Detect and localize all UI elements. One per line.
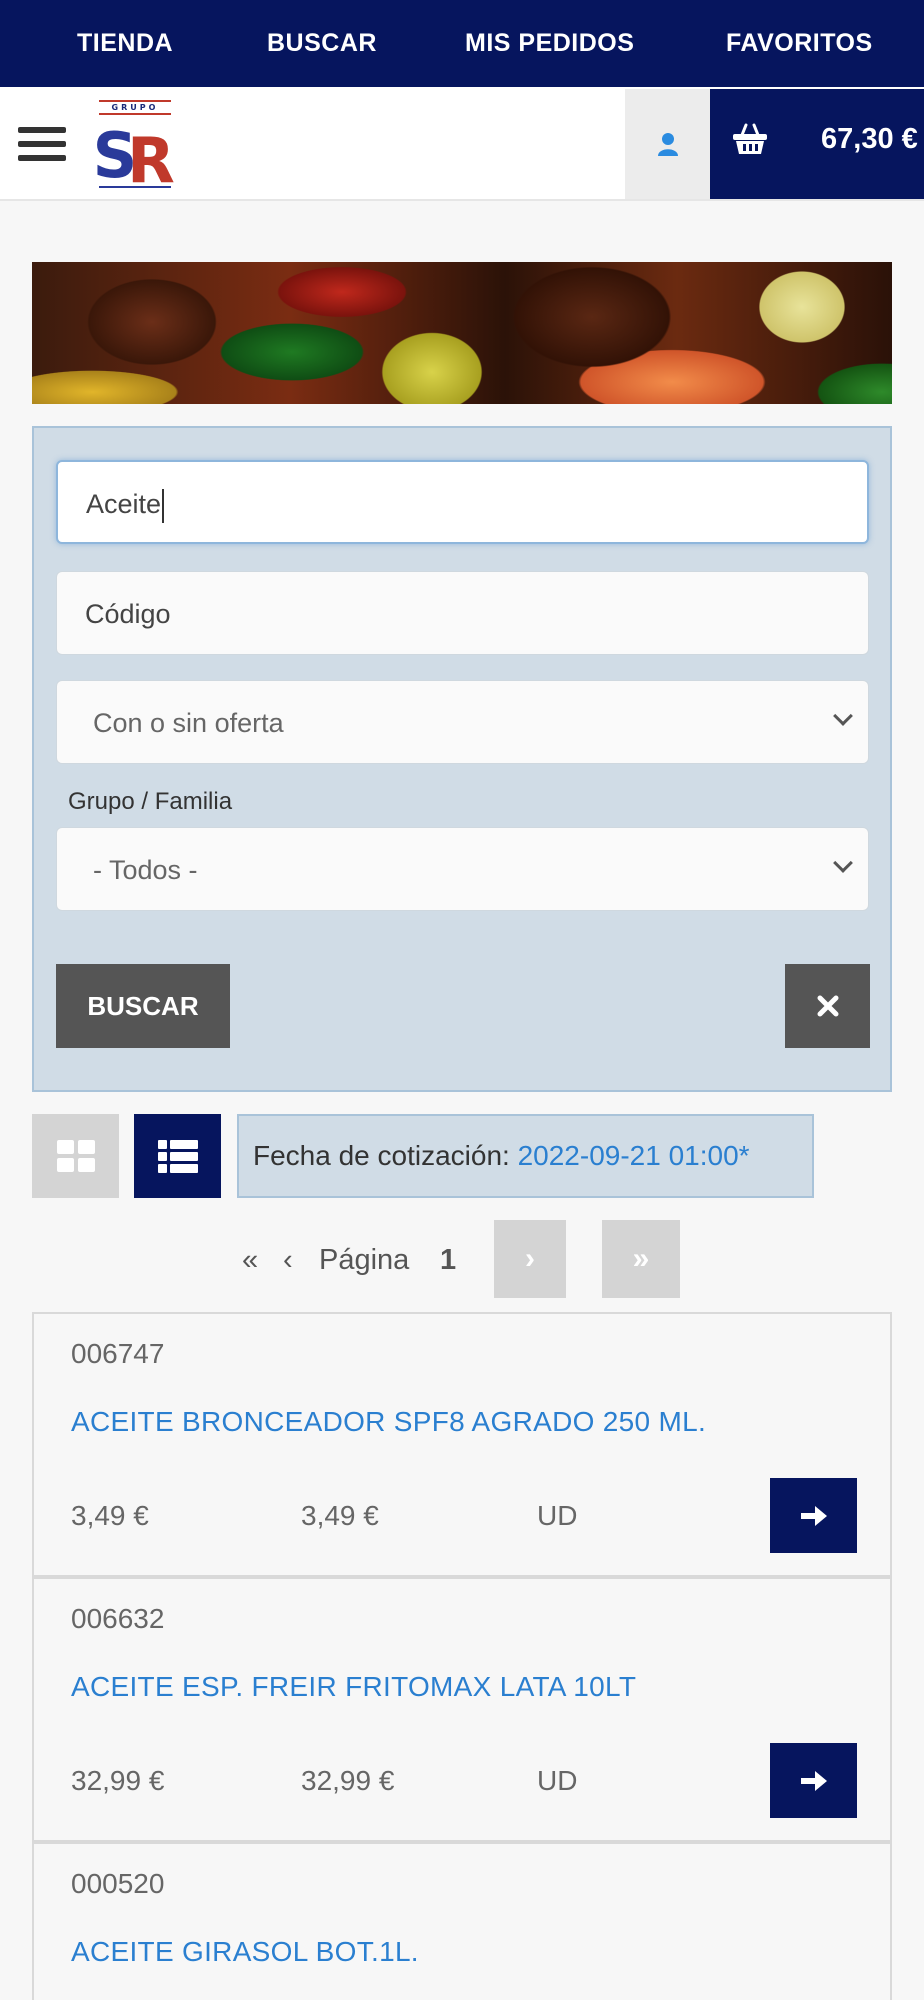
nav-favoritos[interactable]: FAVORITOS bbox=[726, 0, 873, 87]
product-price: 32,99 € bbox=[71, 1765, 165, 1796]
grid-view-button[interactable] bbox=[32, 1114, 119, 1198]
grid-icon bbox=[56, 1140, 95, 1172]
product-price: 3,49 € bbox=[71, 1500, 149, 1531]
nav-tienda[interactable]: TIENDA bbox=[77, 0, 173, 87]
close-icon bbox=[817, 995, 838, 1017]
user-button[interactable] bbox=[625, 89, 710, 199]
pagination-next-button[interactable]: › bbox=[494, 1220, 566, 1298]
code-placeholder: Código bbox=[85, 599, 171, 629]
search-button[interactable]: BUSCAR bbox=[56, 964, 230, 1048]
product-go-button[interactable] bbox=[770, 1743, 857, 1818]
product-code: 000520 bbox=[71, 1868, 165, 1899]
nav-mis-pedidos[interactable]: MIS PEDIDOS bbox=[465, 0, 634, 87]
clear-button[interactable] bbox=[785, 964, 870, 1048]
chevron-down-icon bbox=[833, 853, 853, 873]
product-price-offer: 3,49 € bbox=[301, 1500, 379, 1531]
menu-icon[interactable] bbox=[18, 127, 66, 167]
list-view-button[interactable] bbox=[134, 1114, 221, 1198]
search-panel: Aceite Código Con o sin oferta Grupo / F… bbox=[32, 426, 892, 1092]
basket-icon bbox=[733, 123, 767, 154]
user-icon bbox=[657, 133, 678, 156]
product-row: 006747 ACEITE BRONCEADOR SPF8 AGRADO 250… bbox=[32, 1312, 892, 1577]
product-code: 006632 bbox=[71, 1603, 165, 1634]
quote-date: 2022-09-21 01:00* bbox=[517, 1140, 750, 1171]
product-code: 006747 bbox=[71, 1338, 165, 1369]
pagination-label: Página bbox=[319, 1244, 410, 1276]
group-label: Grupo / Familia bbox=[68, 788, 233, 815]
header: GRUPO S R 67,30 € bbox=[0, 87, 924, 201]
quote-date-box: Fecha de cotización: 2022-09-21 01:00* bbox=[237, 1114, 814, 1198]
top-nav: TIENDA BUSCAR MIS PEDIDOS FAVORITOS bbox=[0, 0, 924, 87]
pagination-last-button[interactable]: » bbox=[602, 1220, 680, 1298]
offer-select-value: Con o sin oferta bbox=[93, 708, 284, 738]
product-name-link[interactable]: ACEITE BRONCEADOR SPF8 AGRADO 250 ML. bbox=[71, 1406, 706, 1438]
chevron-down-icon bbox=[833, 706, 853, 726]
product-name-link[interactable]: ACEITE ESP. FREIR FRITOMAX LATA 10LT bbox=[71, 1671, 636, 1703]
product-price-offer: 32,99 € bbox=[301, 1765, 395, 1796]
group-select[interactable]: - Todos - bbox=[56, 827, 869, 911]
offer-select[interactable]: Con o sin oferta bbox=[56, 680, 869, 764]
cart-button[interactable]: 67,30 € bbox=[710, 89, 924, 199]
pagination-prev[interactable]: ‹ bbox=[283, 1222, 293, 1298]
list-icon bbox=[157, 1140, 198, 1173]
logo-top-text: GRUPO bbox=[112, 103, 159, 112]
product-unit: UD bbox=[537, 1765, 578, 1796]
arrow-right-icon bbox=[800, 1505, 827, 1526]
code-input[interactable]: Código bbox=[56, 571, 869, 655]
nav-buscar[interactable]: BUSCAR bbox=[267, 0, 377, 87]
cart-total: 67,30 € bbox=[821, 123, 918, 155]
group-select-value: - Todos - bbox=[93, 855, 198, 885]
arrow-right-icon bbox=[800, 1770, 827, 1791]
description-input[interactable]: Aceite bbox=[56, 460, 869, 544]
description-value: Aceite bbox=[86, 489, 162, 519]
product-row: 006632 ACEITE ESP. FREIR FRITOMAX LATA 1… bbox=[32, 1577, 892, 1842]
product-name-link[interactable]: ACEITE GIRASOL BOT.1L. bbox=[71, 1936, 419, 1968]
pagination-current: 1 bbox=[440, 1244, 457, 1276]
pagination-first[interactable]: « bbox=[242, 1222, 258, 1298]
banner-image bbox=[32, 262, 892, 404]
product-row: 000520 ACEITE GIRASOL BOT.1L. bbox=[32, 1842, 892, 2000]
quote-label: Fecha de cotización: bbox=[253, 1140, 510, 1171]
product-unit: UD bbox=[537, 1500, 578, 1531]
svg-text:R: R bbox=[127, 124, 175, 192]
logo[interactable]: GRUPO S R bbox=[93, 97, 175, 197]
product-go-button[interactable] bbox=[770, 1478, 857, 1553]
